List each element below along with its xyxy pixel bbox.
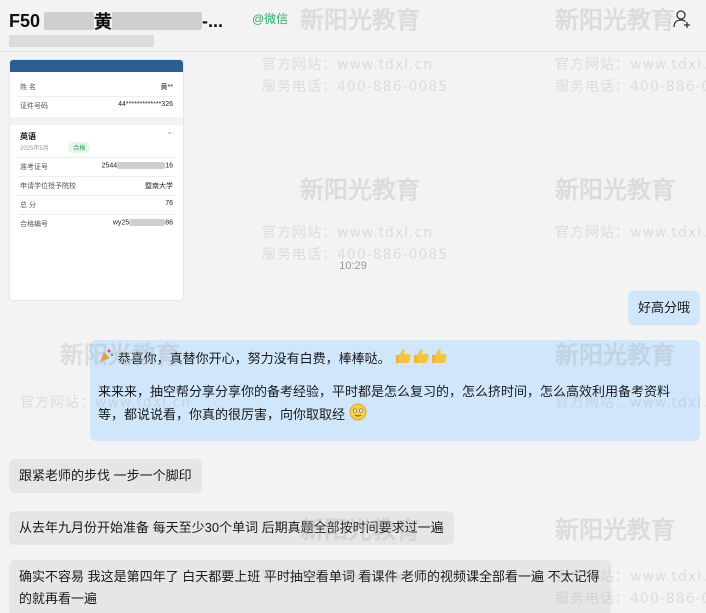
chat-title: F50 黄 -... [9, 8, 223, 34]
my-long-message-bubble[interactable]: 恭喜你，真替你开心，努力没有白费，棒棒哒。 来来来，抽空帮分享分享你的备考经验，… [90, 340, 700, 441]
incoming-message-bubble[interactable]: 跟紧老师的步伐 一步一个脚印 [9, 459, 202, 493]
smile-icon [349, 403, 367, 428]
title-mid: 黄 [94, 12, 113, 32]
exam-date: 2025年5月 [20, 146, 49, 152]
exam-no-end: 16 [165, 162, 173, 170]
status-badge: 合格 [68, 142, 91, 153]
card-header-bar [10, 60, 183, 72]
exam-no-label: 准考证号 [20, 164, 48, 171]
cert-label: 合格编号 [20, 221, 48, 228]
name-row: 姓 名 黄** [10, 82, 183, 92]
date-row: 2025年5月 合格 [10, 142, 183, 153]
my-message-bubble[interactable]: 好高分哦 [627, 291, 700, 325]
wechat-tag: @微信 [252, 12, 289, 26]
time-divider: 10:29 [339, 260, 367, 272]
school-row: 申请学位授予院校 暨南大学 [10, 181, 183, 191]
cert-start: wy25 [112, 219, 130, 227]
message-text: 跟紧老师的步伐 一步一个脚印 [19, 468, 192, 483]
redacted-block [117, 162, 166, 169]
cert-end: 86 [165, 219, 173, 227]
chat-area[interactable]: 姓 名 黄** 证件号码 44*************326 英语 ⌃ 202… [0, 53, 706, 613]
redacted-block [44, 12, 95, 30]
subject-name: 英语 [20, 132, 36, 141]
id-value: 44*************326 [118, 101, 173, 108]
party-popper-icon [98, 348, 114, 371]
message-text: 确实不容易 我这是第四年了 白天都要上班 平时抽空看单词 看课件 老师的视频课全… [19, 569, 600, 606]
id-row: 证件号码 44*************326 [10, 101, 183, 111]
name-label: 姓 名 [20, 84, 36, 91]
thumbs-up-icon [412, 348, 430, 371]
score-value: 76 [165, 200, 173, 207]
quote-paragraph-1: 恭喜你，真替你开心，努力没有白费，棒棒哒。 [98, 348, 692, 371]
school-value: 暨南大学 [145, 183, 173, 190]
cert-row: 合格编号 wy25 86 [10, 219, 183, 229]
message-text: 好高分哦 [637, 300, 690, 315]
redacted-block [129, 219, 166, 226]
incoming-message-bubble[interactable]: 确实不容易 我这是第四年了 白天都要上班 平时抽空看单词 看课件 老师的视频课全… [9, 560, 611, 613]
school-label: 申请学位授予院校 [20, 183, 76, 190]
score-label: 总 分 [20, 202, 36, 209]
exam-no-start: 2544 [101, 162, 118, 170]
title-suffix: -... [202, 10, 224, 31]
subject-row: 英语 ⌃ [10, 131, 183, 142]
redacted-block [112, 12, 203, 30]
title-prefix: F50 [9, 10, 41, 31]
chat-header: F50 黄 -... @微信 [0, 0, 706, 52]
redacted-subtitle [9, 35, 154, 47]
quote-paragraph-2: 来来来，抽空帮分享分享你的备考经验，平时都是怎么复习的，怎么挤时间，怎么高效利用… [98, 381, 692, 428]
id-label: 证件号码 [20, 103, 48, 110]
thumbs-up-icon [394, 348, 412, 371]
incoming-message-bubble[interactable]: 从去年九月份开始准备 每天至少30个单词 后期真题全部按时间要求过一遍 [9, 511, 454, 545]
chevron-up-icon: ⌃ [166, 131, 173, 140]
thumbs-up-icon [430, 348, 448, 371]
name-value: 黄** [160, 84, 173, 91]
score-row: 总 分 76 [10, 200, 183, 210]
quote-text-1: 恭喜你，真替你开心，努力没有白费，棒棒哒。 [117, 351, 391, 366]
exam-no-row: 准考证号 2544 16 [10, 162, 183, 172]
message-text: 从去年九月份开始准备 每天至少30个单词 后期真题全部按时间要求过一遍 [19, 520, 444, 535]
quote-text-2: 来来来，抽空帮分享分享你的备考经验，平时都是怎么复习的，怎么挤时间，怎么高效利用… [98, 384, 671, 422]
add-user-icon[interactable] [672, 9, 692, 29]
